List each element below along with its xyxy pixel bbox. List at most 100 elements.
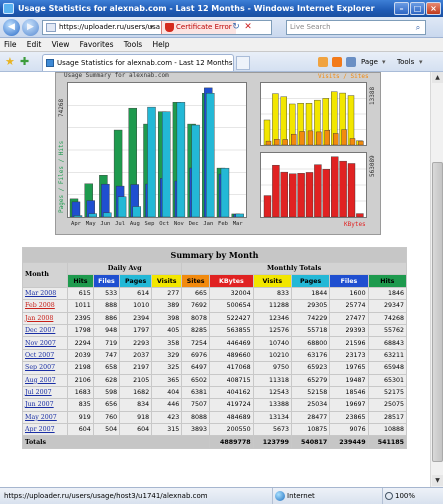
cell-sites: 7692	[182, 300, 209, 312]
month-link[interactable]: May 2007	[23, 411, 68, 424]
category-header-monthly-visits: Visits	[253, 275, 291, 287]
cell-files: 888	[93, 300, 120, 312]
new-tab-button[interactable]	[236, 56, 250, 70]
month-link[interactable]: Jul 2007	[23, 386, 68, 399]
summary-body: Mar 2008 615 533 614 277 665 32004 833 1844 1600 1…	[23, 287, 406, 436]
cell-pages: 614	[120, 287, 152, 300]
page-menu-chevron-icon[interactable]: ▾	[382, 56, 386, 69]
home-icon[interactable]	[318, 57, 328, 67]
cell-hits: 919	[68, 411, 93, 424]
cell-sites: 8285	[182, 324, 209, 337]
kbytes-chart	[261, 156, 366, 218]
cell-m-files: 9076	[330, 424, 368, 436]
cell-visits: 277	[152, 287, 182, 300]
vertical-scrollbar[interactable]: ▲ ▼	[430, 72, 443, 487]
maximize-button[interactable]: □	[410, 2, 425, 15]
cell-pages: 2105	[120, 374, 152, 386]
feeds-icon[interactable]	[332, 57, 342, 67]
cell-m-hits: 29347	[368, 300, 406, 312]
certificate-error-button[interactable]: Certificate Error	[161, 21, 236, 34]
menu-view[interactable]: View	[52, 40, 70, 49]
cell-m-hits: 28517	[368, 411, 406, 424]
cell-m-hits: 55762	[368, 324, 406, 337]
month-link[interactable]: Nov 2007	[23, 337, 68, 349]
sites-bar	[349, 138, 356, 146]
menu-edit[interactable]: Edit	[27, 40, 42, 49]
sites-bar	[332, 133, 339, 146]
cell-files: 719	[93, 337, 120, 349]
kbytes-bar	[314, 164, 322, 218]
cell-m-visits: 10740	[253, 337, 291, 349]
pages-bar	[206, 93, 215, 218]
cell-sites: 3893	[182, 424, 209, 436]
cell-m-visits: 12346	[253, 312, 291, 324]
cell-m-hits: 25075	[368, 399, 406, 411]
menu-tools[interactable]: Tools	[124, 40, 142, 49]
category-header-daily-visits: Visits	[152, 275, 182, 287]
address-toolbar: ◀ ▶ https://uploader.ru/users/usa ▾ Cert…	[0, 17, 443, 38]
table-row: Jan 2008 2395 886 2394 398 8078 522427 12346 742…	[23, 312, 406, 324]
address-bar[interactable]: https://uploader.ru/users/usa ▾ Certific…	[42, 20, 272, 35]
month-link[interactable]: Oct 2007	[23, 349, 68, 362]
add-favorites-icon[interactable]: ✚	[20, 55, 29, 68]
cell-hits: 1683	[68, 386, 93, 399]
cell-m-visits: 11288	[253, 300, 291, 312]
visits-bar	[280, 96, 287, 146]
stop-icon[interactable]: ✕	[243, 22, 253, 33]
scroll-down-icon[interactable]: ▼	[432, 475, 443, 486]
globe-icon	[275, 491, 285, 501]
minimize-button[interactable]: –	[394, 2, 409, 15]
sites-bar	[265, 140, 272, 146]
tab-label: Usage Statistics for alexnab.com - Last …	[57, 59, 233, 67]
table-row: Nov 2007 2294 719 2293 358 7254 446469 10740 688…	[23, 337, 406, 349]
security-zone[interactable]: Internet	[272, 488, 315, 504]
cell-hits: 2294	[68, 337, 93, 349]
month-link[interactable]: Aug 2007	[23, 374, 68, 386]
cell-kbytes: 200550	[210, 424, 253, 436]
search-icon[interactable]: ⌕	[412, 22, 424, 33]
favorites-star-icon[interactable]: ★	[5, 55, 15, 68]
address-dropdown-icon[interactable]: ▾	[147, 21, 156, 34]
tab-active[interactable]: Usage Statistics for alexnab.com - Last …	[42, 54, 234, 71]
cell-files: 628	[93, 374, 120, 386]
cell-m-hits: 52175	[368, 386, 406, 399]
menu-file[interactable]: File	[4, 40, 17, 49]
forward-button[interactable]: ▶	[22, 19, 39, 36]
month-link[interactable]: Feb 2008	[23, 300, 68, 312]
cell-sites: 665	[182, 287, 209, 300]
refresh-icon[interactable]: ↻	[231, 22, 241, 33]
month-axis-label: May	[85, 221, 96, 227]
cell-visits: 405	[152, 324, 182, 337]
month-link[interactable]: Sep 2007	[23, 362, 68, 374]
month-link[interactable]: Jan 2008	[23, 312, 68, 324]
menu-help[interactable]: Help	[152, 40, 169, 49]
tools-menu-chevron-icon[interactable]: ▾	[419, 56, 423, 69]
month-link[interactable]: Apr 2007	[23, 424, 68, 436]
cell-sites: 8078	[182, 312, 209, 324]
tools-menu-button[interactable]: Tools	[397, 56, 414, 69]
scroll-up-icon[interactable]: ▲	[432, 72, 443, 83]
month-link[interactable]: Mar 2008	[23, 287, 68, 300]
pages-bar	[161, 111, 171, 218]
search-input[interactable]: Live Search ⌕	[286, 20, 426, 35]
page-menu-button[interactable]: Page	[361, 56, 378, 69]
cell-m-visits: 13134	[253, 411, 291, 424]
back-button[interactable]: ◀	[3, 19, 20, 36]
table-row: May 2007 919 760 918 423 8088 484689 13134 28477…	[23, 411, 406, 424]
close-button[interactable]: ×	[426, 2, 441, 15]
zoom-control[interactable]: 100%	[382, 488, 415, 504]
cell-m-pages: 68800	[291, 337, 330, 349]
ie-app-icon	[3, 3, 14, 14]
month-link[interactable]: Jun 2007	[23, 399, 68, 411]
left-max-label: 74268	[58, 98, 65, 117]
cell-kbytes: 404162	[210, 386, 253, 399]
menu-favorites[interactable]: Favorites	[80, 40, 114, 49]
category-header-monthly-files: Files	[330, 275, 368, 287]
cell-m-hits: 65948	[368, 362, 406, 374]
month-link[interactable]: Dec 2007	[23, 324, 68, 337]
print-icon[interactable]	[346, 57, 356, 67]
menu-bar: File Edit View Favorites Tools Help	[0, 38, 443, 52]
cell-m-files: 19765	[330, 362, 368, 374]
cell-sites: 7254	[182, 337, 209, 349]
scroll-thumb[interactable]	[432, 162, 443, 462]
